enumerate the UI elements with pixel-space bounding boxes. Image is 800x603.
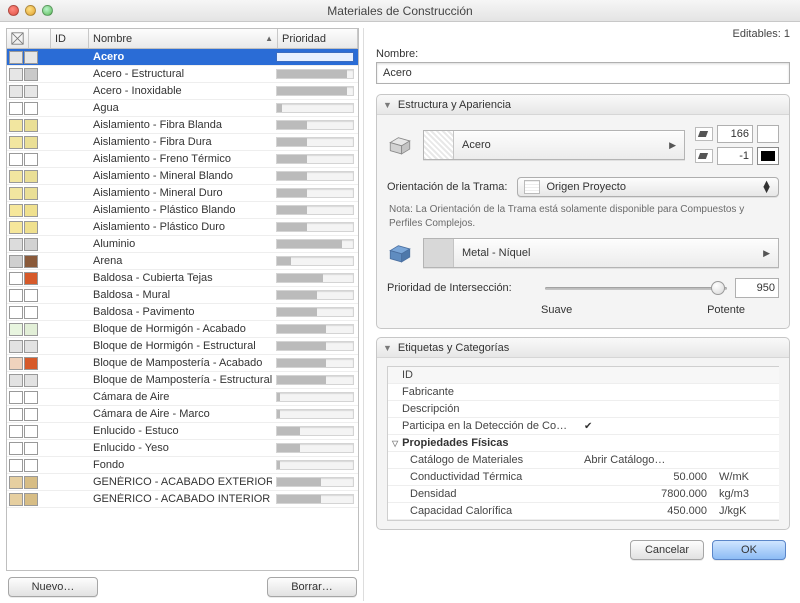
table-row[interactable]: Agua (7, 100, 358, 117)
sort-asc-icon: ▲ (265, 34, 273, 43)
column-id[interactable]: ID (51, 29, 89, 48)
surface-swatch (424, 239, 454, 267)
disclosure-triangle-icon: ▼ (383, 343, 392, 353)
properties-table[interactable]: ID Fabricante Descripción Participa en l… (387, 366, 779, 521)
disclosure-triangle-icon: ▼ (383, 100, 392, 110)
section-tags-header[interactable]: ▼ Etiquetas y Categorías (377, 338, 789, 358)
section-structure-header[interactable]: ▼ Estructura y Apariencia (377, 95, 789, 115)
bg-color-swatch[interactable] (757, 147, 779, 165)
table-row[interactable]: Aislamiento - Fibra Dura (7, 134, 358, 151)
table-row[interactable]: GENÉRICO - ACABADO EXTERIOR (7, 474, 358, 491)
cut-fill-icon (387, 134, 413, 156)
material-name-input[interactable] (376, 62, 790, 84)
orientation-dropdown[interactable]: Origen Proyecto ▲▼ (517, 177, 779, 197)
open-catalog-link[interactable]: Abrir Catálogo… (578, 454, 719, 466)
cut-fill-swatch (424, 131, 454, 159)
table-row[interactable]: Aislamiento - Plástico Duro (7, 219, 358, 236)
intersection-priority-label: Prioridad de Intersección: (387, 282, 537, 294)
orientation-note: Nota: La Orientación de la Trama está so… (377, 199, 789, 238)
table-row[interactable]: Cámara de Aire (7, 389, 358, 406)
orientation-icon (524, 180, 540, 194)
table-row[interactable]: Acero (7, 49, 358, 66)
table-row[interactable]: Aislamiento - Mineral Blando (7, 168, 358, 185)
table-row[interactable]: Acero - Inoxidable (7, 83, 358, 100)
table-row[interactable]: Baldosa - Pavimento (7, 304, 358, 321)
table-row[interactable]: GENÉRICO - ACABADO INTERIOR (7, 491, 358, 508)
table-row[interactable]: Baldosa - Mural (7, 287, 358, 304)
table-row[interactable]: Enlucido - Yeso (7, 440, 358, 457)
materials-list[interactable]: AceroAcero - EstructuralAcero - Inoxidab… (6, 48, 359, 571)
fg-pen-icon[interactable] (695, 127, 713, 141)
surface-selector[interactable]: Metal - Níquel ▶ (423, 238, 779, 268)
slider-max-label: Potente (707, 304, 745, 316)
disclosure-triangle-icon: ▽ (392, 439, 398, 448)
table-row[interactable]: Bloque de Mampostería - Estructural (7, 372, 358, 389)
intersection-priority-slider[interactable] (545, 279, 727, 297)
column-filter-icon[interactable] (7, 29, 29, 48)
table-row[interactable]: Aluminio (7, 236, 358, 253)
minimize-window-button[interactable] (25, 5, 36, 16)
bg-pen-icon[interactable] (695, 149, 713, 163)
zoom-window-button[interactable] (42, 5, 53, 16)
cut-fill-selector[interactable]: Acero ▶ (423, 130, 685, 160)
intersection-priority-input[interactable] (735, 278, 779, 298)
checkbox-checked-icon: ✔ (584, 421, 592, 432)
table-row[interactable]: Fondo (7, 457, 358, 474)
new-button[interactable]: Nuevo… (8, 577, 98, 597)
close-window-button[interactable] (8, 5, 19, 16)
table-row[interactable]: Arena (7, 253, 358, 270)
table-row[interactable]: Bloque de Hormigón - Estructural (7, 338, 358, 355)
fg-color-swatch[interactable] (757, 125, 779, 143)
updown-icon: ▲▼ (761, 181, 772, 193)
orientation-label: Orientación de la Trama: (387, 181, 507, 193)
table-row[interactable]: Baldosa - Cubierta Tejas (7, 270, 358, 287)
delete-button[interactable]: Borrar… (267, 577, 357, 597)
table-row[interactable]: Aislamiento - Fibra Blanda (7, 117, 358, 134)
ok-button[interactable]: OK (712, 540, 786, 560)
table-row[interactable]: Aislamiento - Freno Térmico (7, 151, 358, 168)
slider-min-label: Suave (541, 304, 572, 316)
table-row[interactable]: Bloque de Mampostería - Acabado (7, 355, 358, 372)
table-row[interactable]: Cámara de Aire - Marco (7, 406, 358, 423)
cancel-button[interactable]: Cancelar (630, 540, 704, 560)
materials-table-header: ID Nombre▲ Prioridad (6, 28, 359, 48)
window-titlebar: Materiales de Construcción (0, 0, 800, 22)
table-row[interactable]: Acero - Estructural (7, 66, 358, 83)
column-name[interactable]: Nombre▲ (89, 29, 278, 48)
table-row[interactable]: Aislamiento - Plástico Blando (7, 202, 358, 219)
table-row[interactable]: Aislamiento - Mineral Duro (7, 185, 358, 202)
editables-count: Editables: 1 (372, 28, 794, 46)
surface-icon (387, 242, 413, 264)
window-title: Materiales de Construcción (0, 4, 800, 18)
bg-pen-input[interactable] (717, 147, 753, 165)
chevron-right-icon: ▶ (661, 140, 684, 151)
table-row[interactable]: Enlucido - Estuco (7, 423, 358, 440)
table-row[interactable]: Bloque de Hormigón - Acabado (7, 321, 358, 338)
chevron-right-icon: ▶ (755, 248, 778, 259)
column-priority[interactable]: Prioridad (278, 29, 358, 48)
fg-pen-input[interactable] (717, 125, 753, 143)
name-label: Nombre: (376, 48, 418, 60)
